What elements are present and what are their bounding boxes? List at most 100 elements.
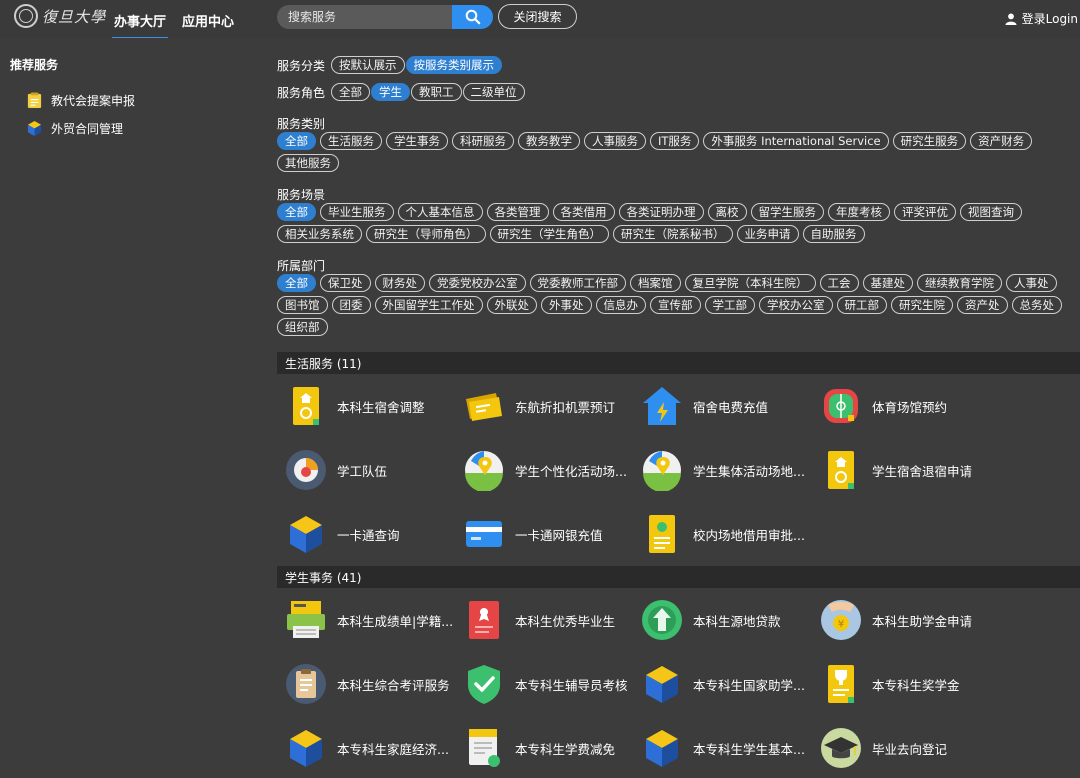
role-label: 服务角色: [277, 85, 326, 100]
department-chip[interactable]: 保卫处: [320, 274, 371, 292]
service-type-chip[interactable]: 人事服务: [584, 132, 646, 150]
chip-default-view[interactable]: 按默认展示: [331, 56, 405, 74]
service-item[interactable]: 学生个性化活动场...: [463, 449, 627, 491]
sidebar-item-trade-contract[interactable]: 外贸合同管理: [26, 120, 123, 137]
service-scene-chip[interactable]: 研究生（学生角色）: [489, 225, 609, 243]
department-chip[interactable]: 资产处: [957, 296, 1008, 314]
tab-service-hall[interactable]: 办事大厅: [111, 11, 169, 39]
service-item[interactable]: 本科生宿舍调整: [285, 385, 425, 427]
department-chip[interactable]: 财务处: [374, 274, 425, 292]
service-scene-chip[interactable]: 各类证明办理: [618, 203, 704, 221]
service-item[interactable]: 一卡通网银充值: [463, 513, 603, 555]
sidebar-item-label: 教代会提案申报: [51, 94, 136, 108]
department-chip[interactable]: 党委教师工作部: [529, 274, 626, 292]
service-item[interactable]: 学生宿舍退宿申请: [820, 449, 972, 491]
service-type-chip[interactable]: 教务教学: [518, 132, 580, 150]
service-type-chip[interactable]: 生活服务: [320, 132, 382, 150]
department-chip[interactable]: 外联处: [486, 296, 537, 314]
service-item[interactable]: 本专科生辅导员考核: [463, 663, 628, 705]
chip-role-unit[interactable]: 二级单位: [462, 83, 525, 101]
service-type-chip[interactable]: 资产财务: [970, 132, 1033, 150]
service-scene-chip[interactable]: 业务申请: [736, 225, 799, 243]
chip-role-student[interactable]: 学生: [371, 83, 411, 101]
login-button[interactable]: 登录Login: [1005, 10, 1078, 27]
search-button[interactable]: [452, 5, 493, 29]
service-item[interactable]: 一卡通查询: [285, 513, 400, 555]
service-item[interactable]: 体育场馆预约: [820, 385, 947, 427]
department-chip[interactable]: 信息办: [595, 296, 646, 314]
service-item[interactable]: 本专科生家庭经济...: [285, 727, 449, 769]
service-scene-chip[interactable]: 相关业务系统: [277, 225, 362, 243]
university-logo[interactable]: 復旦大學: [14, 4, 106, 28]
service-scene-chip[interactable]: 视图查询: [960, 203, 1022, 221]
service-item[interactable]: 本专科生国家助学...: [641, 663, 805, 705]
department-chip[interactable]: 组织部: [277, 318, 328, 336]
department-chip[interactable]: 人事处: [1006, 274, 1057, 292]
department-chip[interactable]: 宣传部: [650, 296, 701, 314]
search-input[interactable]: [277, 5, 453, 29]
service-label: 一卡通查询: [337, 527, 400, 543]
service-item[interactable]: ¥ 本科生助学金申请: [820, 599, 972, 641]
department-chip[interactable]: 团委: [331, 296, 371, 314]
department-chip[interactable]: 学校办公室: [759, 296, 833, 314]
service-scene-chip[interactable]: 评奖评优: [894, 203, 956, 221]
service-item[interactable]: 学生集体活动场地...: [641, 449, 805, 491]
chip-role-all[interactable]: 全部: [331, 83, 371, 101]
service-item[interactable]: 本科生源地贷款: [641, 599, 781, 641]
service-type-chip[interactable]: 科研服务: [452, 132, 514, 150]
service-type-chip[interactable]: 学生事务: [386, 132, 448, 150]
department-chip[interactable]: 总务处: [1011, 296, 1062, 314]
printer-icon: [287, 601, 325, 638]
service-type-chip[interactable]: IT服务: [650, 132, 700, 150]
service-item[interactable]: 本专科生学生基本...: [641, 727, 805, 769]
close-search-button[interactable]: 关闭搜索: [498, 4, 577, 29]
service-scene-chip[interactable]: 留学生服务: [750, 203, 824, 221]
service-scene-chip[interactable]: 全部: [277, 203, 316, 221]
service-scene-chip[interactable]: 各类管理: [486, 203, 549, 221]
service-item[interactable]: 宿舍电费充值: [641, 385, 768, 427]
service-item[interactable]: 本科生成绩单|学籍...: [285, 599, 453, 641]
service-type-chip[interactable]: 外事服务 International Service: [703, 132, 889, 150]
service-scene-chip[interactable]: 自助服务: [802, 225, 865, 243]
team-icon: [286, 450, 326, 490]
department-chip[interactable]: 外国留学生工作处: [374, 296, 483, 314]
service-item[interactable]: 东航折扣机票预订: [463, 385, 615, 427]
service-item[interactable]: 毕业去向登记: [820, 727, 947, 769]
department-chip[interactable]: 继续教育学院: [917, 274, 1002, 292]
service-scene-chip[interactable]: 离校: [707, 203, 747, 221]
service-type-chip[interactable]: 其他服务: [277, 154, 339, 172]
service-scene-chip[interactable]: 年度考核: [828, 203, 890, 221]
department-chip[interactable]: 图书馆: [277, 296, 328, 314]
service-scene-chip[interactable]: 研究生（院系秘书）: [613, 225, 733, 243]
service-item[interactable]: 本专科生奖学金: [820, 663, 960, 705]
department-chip[interactable]: 全部: [277, 274, 316, 292]
service-label: 本科生综合考评服务: [337, 677, 450, 693]
department-chip[interactable]: 档案馆: [630, 274, 681, 292]
department-chip[interactable]: 研工部: [836, 296, 887, 314]
chip-category-view[interactable]: 按服务类别展示: [405, 56, 503, 74]
department-chip[interactable]: 复旦学院（本科生院）: [684, 274, 816, 292]
service-item[interactable]: 校内场地借用审批...: [641, 513, 805, 555]
chip-role-staff[interactable]: 教职工: [411, 83, 462, 101]
service-item[interactable]: 本专科生学费减免: [463, 727, 615, 769]
service-item[interactable]: 本科生综合考评服务: [285, 663, 450, 705]
department-chip[interactable]: 学工部: [704, 296, 755, 314]
service-scene-chip[interactable]: 各类借用: [552, 203, 615, 221]
department-chip[interactable]: 工会: [819, 274, 859, 292]
section-life-services: 生活服务 (11): [277, 352, 1080, 374]
cube-icon: [290, 730, 322, 767]
service-item[interactable]: 学工队伍: [285, 449, 387, 491]
department-chip[interactable]: 党委党校办公室: [429, 274, 526, 292]
sidebar-item-proposal[interactable]: 教代会提案申报: [26, 92, 135, 109]
service-label: 本科生优秀毕业生: [515, 613, 616, 629]
department-chip[interactable]: 基建处: [862, 274, 913, 292]
service-type-chip[interactable]: 全部: [277, 132, 316, 150]
service-type-chip[interactable]: 研究生服务: [892, 132, 967, 150]
service-scene-chip[interactable]: 毕业生服务: [320, 203, 394, 221]
department-chip[interactable]: 外事处: [541, 296, 592, 314]
department-chip[interactable]: 研究生院: [891, 296, 953, 314]
tab-app-center[interactable]: 应用中心: [182, 11, 234, 30]
service-item[interactable]: 本科生优秀毕业生: [463, 599, 615, 641]
service-scene-chip[interactable]: 研究生（导师角色）: [366, 225, 486, 243]
service-scene-chip[interactable]: 个人基本信息: [397, 203, 483, 221]
